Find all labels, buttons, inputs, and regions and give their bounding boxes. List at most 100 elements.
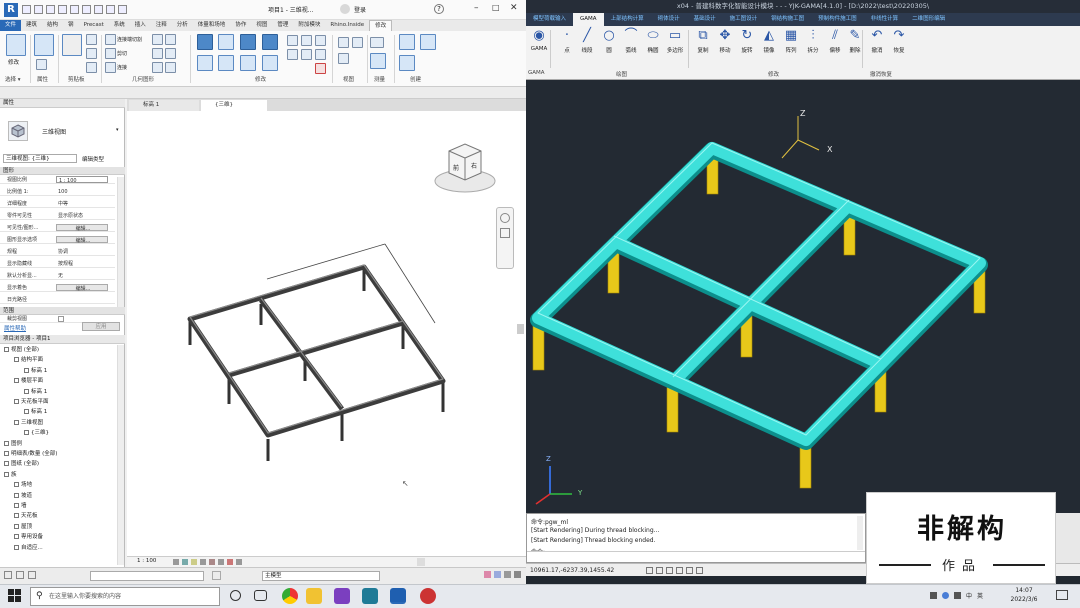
scale-icon[interactable] xyxy=(287,49,298,60)
cad-tool-button[interactable]: ↻ 旋转 xyxy=(736,28,758,54)
property-edit-button[interactable]: 编辑... xyxy=(56,224,108,232)
visual-style-icon[interactable] xyxy=(182,559,188,565)
ribbon-tab[interactable]: 文件 xyxy=(0,20,22,31)
expand-icon[interactable] xyxy=(14,503,19,508)
expand-icon[interactable] xyxy=(14,513,19,519)
browser-item[interactable]: 屋顶 xyxy=(14,523,32,532)
cortana-icon[interactable] xyxy=(230,590,241,601)
property-value[interactable]: 无 xyxy=(56,272,108,279)
property-value[interactable]: 中等 xyxy=(56,200,108,207)
minimize-button[interactable]: – xyxy=(474,3,479,13)
close-button[interactable]: ✕ xyxy=(510,3,518,13)
filter-icon[interactable] xyxy=(28,571,36,579)
cad-tab[interactable]: 施工图设计 xyxy=(723,13,765,26)
temp-hide-icon[interactable] xyxy=(236,559,242,565)
ribbon-tab[interactable]: 视图 xyxy=(251,20,272,31)
join-icon[interactable] xyxy=(105,62,116,73)
copy-icon[interactable] xyxy=(86,48,97,59)
cad-tool-button[interactable]: ○ 圆 xyxy=(598,28,620,54)
ime-mode[interactable]: 英 xyxy=(977,591,983,600)
browser-item[interactable]: 明细表/数量 (全部) xyxy=(4,450,57,459)
recorder-icon[interactable] xyxy=(420,588,436,604)
browser-item[interactable]: 族 xyxy=(4,471,17,480)
main-model-selector[interactable]: 主模型 xyxy=(262,571,380,581)
ribbon-tab[interactable]: Precast xyxy=(79,20,109,31)
lock-view-icon[interactable] xyxy=(227,559,233,565)
browser-scrollbar[interactable] xyxy=(117,345,124,565)
create-group-icon[interactable] xyxy=(399,55,415,71)
shadows-icon[interactable] xyxy=(200,559,206,565)
edit-type-button[interactable]: 编辑类型 xyxy=(82,155,104,163)
properties-button[interactable] xyxy=(34,34,54,56)
cad-tab[interactable]: 基础设计 xyxy=(687,13,723,26)
expand-icon[interactable] xyxy=(14,523,19,529)
user-icon[interactable] xyxy=(340,4,350,14)
expand-icon[interactable] xyxy=(4,461,9,467)
text-icon[interactable] xyxy=(94,5,103,14)
cad-tool-button[interactable]: ◉ GAMA xyxy=(528,28,550,52)
expand-icon[interactable] xyxy=(24,388,29,394)
split-gap-icon[interactable] xyxy=(301,35,312,46)
modify-tool-button[interactable] xyxy=(6,34,26,56)
create-parts-icon[interactable] xyxy=(420,34,436,50)
ribbon-tab[interactable]: 结构 xyxy=(42,20,63,31)
taskbar-search[interactable]: ⚲ 在这里输入你要搜索的内容 xyxy=(30,587,220,606)
browser-item[interactable]: 自适应... xyxy=(14,544,43,553)
3d-view-icon[interactable] xyxy=(106,5,115,14)
cad-tab[interactable]: 非线性计算 xyxy=(864,13,906,26)
ime-language[interactable]: 中 xyxy=(966,591,972,600)
undo-icon[interactable] xyxy=(46,5,55,14)
filter-count-icon[interactable] xyxy=(514,571,521,578)
chrome-icon[interactable] xyxy=(282,588,298,604)
paint-icon[interactable] xyxy=(165,34,176,45)
measure-icon[interactable] xyxy=(82,5,91,14)
design-option-icon[interactable] xyxy=(16,571,24,579)
cad-tool-button[interactable]: ⬭ 椭圆 xyxy=(642,28,664,54)
browser-item[interactable]: 墙 xyxy=(14,502,27,511)
match-properties-icon[interactable] xyxy=(86,62,97,73)
ribbon-tab[interactable]: 附加模块 xyxy=(293,20,325,31)
view-scroll-thumb[interactable] xyxy=(417,558,425,566)
volume-icon[interactable] xyxy=(954,592,961,599)
chevron-down-icon[interactable]: ▾ xyxy=(116,127,119,133)
cad-tab[interactable]: 二维图形编辑 xyxy=(905,13,952,26)
viewcube[interactable]: 前 右 xyxy=(429,139,499,199)
property-value[interactable] xyxy=(56,296,108,303)
expand-icon[interactable] xyxy=(4,347,9,352)
show-crop-icon[interactable] xyxy=(218,559,224,565)
apply-button[interactable]: 应用 xyxy=(82,322,120,331)
browser-item[interactable]: 视图 (全部) xyxy=(4,346,39,355)
select-underlay-icon[interactable] xyxy=(494,571,501,578)
workset-icon[interactable] xyxy=(4,571,12,579)
unpin-icon[interactable] xyxy=(315,49,326,60)
override-icon[interactable] xyxy=(338,53,349,64)
type-selector-name[interactable]: 三维视图 xyxy=(42,127,66,136)
paste-button[interactable] xyxy=(62,34,82,56)
open-icon[interactable] xyxy=(22,5,31,14)
maximize-button[interactable]: □ xyxy=(492,3,500,12)
panel-select[interactable]: 选择 ▾ xyxy=(5,75,21,83)
zoom-icon[interactable] xyxy=(500,228,510,238)
osnap-toggle-icon[interactable] xyxy=(686,567,693,574)
revit-taskbar-icon[interactable] xyxy=(390,588,406,604)
browser-item[interactable]: 三维视图 xyxy=(14,419,43,428)
split-icon[interactable] xyxy=(287,35,298,46)
view-scrollbar[interactable] xyxy=(517,324,524,334)
yjk-icon[interactable] xyxy=(362,588,378,604)
tray-chevron-icon[interactable] xyxy=(930,592,937,599)
move-icon[interactable] xyxy=(197,55,213,71)
sign-in-label[interactable]: 登录 xyxy=(354,5,366,14)
expand-icon[interactable] xyxy=(24,367,29,373)
offset-icon[interactable] xyxy=(218,34,234,50)
cad-tool-button[interactable]: ⌒ 弧线 xyxy=(620,28,642,54)
redo-icon[interactable] xyxy=(58,5,67,14)
browser-item[interactable]: 楼层平面 xyxy=(14,377,43,386)
expand-icon[interactable] xyxy=(14,534,19,540)
cad-tool-button[interactable]: ↷ 恢复 xyxy=(888,28,910,54)
ribbon-tab[interactable]: 插入 xyxy=(130,20,151,31)
tab-level-1[interactable]: 标高 1 xyxy=(129,100,199,111)
ribbon-tab[interactable]: 管理 xyxy=(272,20,293,31)
cad-tool-button[interactable]: ⧉ 复制 xyxy=(692,28,714,54)
browser-item[interactable]: 天花板平面 xyxy=(14,398,49,407)
browser-item[interactable]: 图纸 (全部) xyxy=(4,460,39,469)
